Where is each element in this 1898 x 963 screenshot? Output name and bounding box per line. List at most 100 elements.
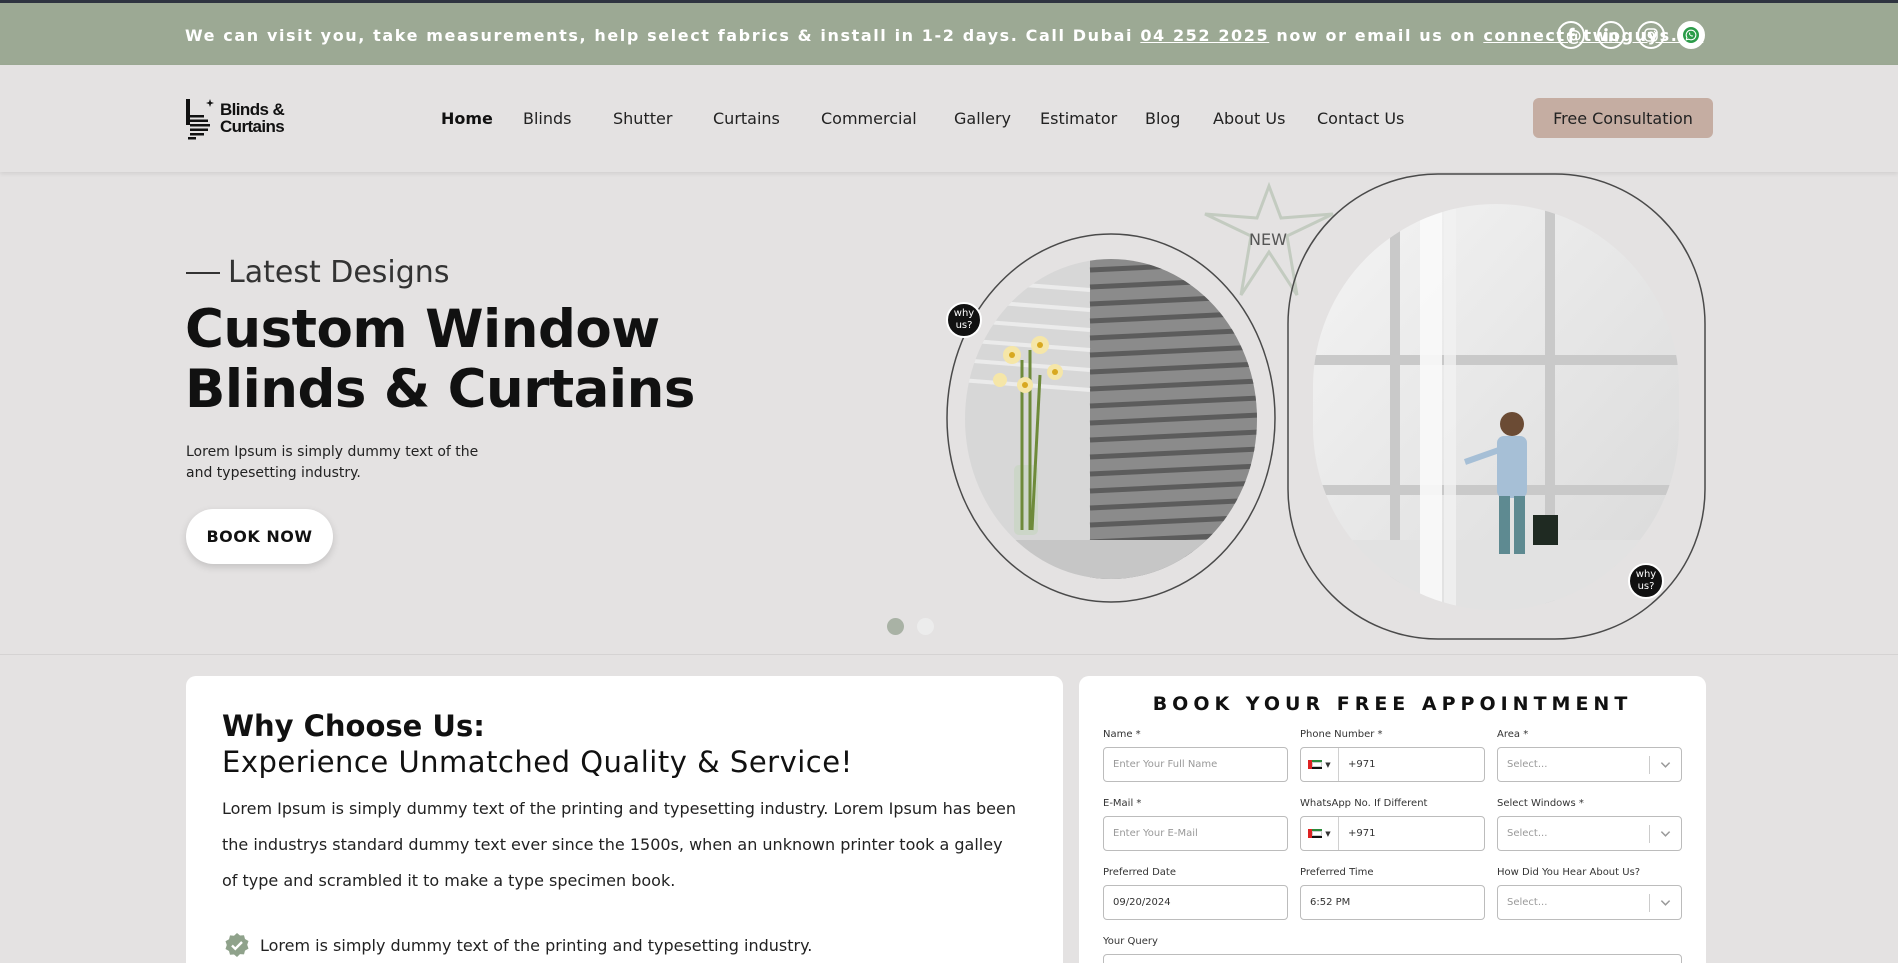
nav-blinds[interactable]: Blinds [523, 109, 613, 128]
why-body: Lorem Ipsum is simply dummy text of the … [222, 799, 1016, 890]
hear-about-select[interactable]: Select... [1497, 885, 1682, 920]
chevron-down-icon [1660, 831, 1671, 837]
logo-mark-icon [186, 99, 214, 140]
form-title: BOOK YOUR FREE APPOINTMENT [1152, 693, 1633, 715]
phone-label: Phone Number * [1300, 729, 1383, 740]
phone-field: Phone Number * ▼ +971 [1300, 729, 1485, 782]
email-label: E-Mail * [1103, 798, 1142, 809]
hear-about-placeholder: Select... [1507, 897, 1548, 908]
why-point: Lorem is simply dummy text of the printi… [224, 932, 812, 958]
time-field: Preferred Time 6:52 PM [1300, 867, 1485, 920]
why-point-text: Lorem is simply dummy text of the printi… [260, 935, 813, 955]
badge-text: why us? [1635, 569, 1657, 592]
time-label: Preferred Time [1300, 867, 1374, 878]
name-input[interactable]: Enter Your Full Name [1103, 747, 1288, 782]
facebook-icon[interactable] [1557, 21, 1585, 49]
name-label: Name * [1103, 729, 1141, 740]
eyebrow-line [186, 271, 220, 274]
area-placeholder: Select... [1507, 759, 1548, 770]
area-select[interactable]: Select... [1497, 747, 1682, 782]
nav-shutter[interactable]: Shutter [613, 109, 713, 128]
free-consultation-button[interactable]: Free Consultation [1533, 98, 1713, 138]
whatsapp-label: WhatsApp No. If Different [1300, 798, 1428, 809]
windows-label: Select Windows * [1497, 798, 1584, 809]
windows-field: Select Windows * Select... [1497, 798, 1682, 851]
why-title: Why Choose Us: [222, 709, 485, 743]
logo[interactable]: Blinds & Curtains [186, 95, 285, 141]
new-label: NEW [1249, 230, 1287, 249]
uae-flag-icon [1308, 829, 1323, 838]
whatsapp-field: WhatsApp No. If Different ▼ +971 [1300, 798, 1485, 851]
caret-down-icon: ▼ [1325, 829, 1331, 838]
email-field: E-Mail * Enter Your E-Mail [1103, 798, 1288, 851]
curtains-photo [1313, 204, 1679, 610]
query-field: Your Query [1103, 936, 1682, 963]
hero-eyebrow: Latest Designs [186, 255, 449, 290]
section-divider [0, 654, 1898, 655]
slider-dots [887, 618, 934, 635]
hear-about-field: How Did You Hear About Us? Select... [1497, 867, 1682, 920]
area-field: Area * Select... [1497, 729, 1682, 782]
site-header: Blinds & Curtains Home Blinds Shutter Cu… [0, 65, 1898, 172]
phone-input[interactable]: ▼ +971 [1300, 747, 1485, 782]
nav-commercial[interactable]: Commercial [821, 109, 954, 128]
chevron-down-icon [1660, 900, 1671, 906]
date-input[interactable]: 09/20/2024 [1103, 885, 1288, 920]
book-now-button[interactable]: BOOK NOW [186, 509, 333, 564]
logo-text: Blinds & Curtains [220, 100, 285, 136]
why-us-badge-left[interactable]: why us? [946, 302, 982, 338]
blinds-photo [965, 259, 1257, 579]
nav-blog[interactable]: Blog [1145, 109, 1213, 128]
top-announcement-bar: We can visit you, take measurements, hel… [0, 0, 1898, 65]
nav-curtains[interactable]: Curtains [713, 109, 821, 128]
hero-title-line-1: Custom Window [185, 299, 660, 360]
blinds-photo-frame [946, 233, 1276, 603]
nav-contact-us[interactable]: Contact Us [1317, 109, 1417, 128]
date-field: Preferred Date 09/20/2024 [1103, 867, 1288, 920]
query-label: Your Query [1103, 936, 1158, 947]
appointment-form-card: BOOK YOUR FREE APPOINTMENT Name * Enter … [1079, 676, 1706, 963]
nav-about-us[interactable]: About Us [1213, 109, 1317, 128]
hero-title: Custom Window Blinds & Curtains [185, 300, 705, 420]
whatsapp-input[interactable]: ▼ +971 [1300, 816, 1485, 851]
phone-link[interactable]: 04 252 2025 [1140, 26, 1269, 45]
country-code-selector[interactable]: ▼ [1301, 748, 1339, 781]
nav-home[interactable]: Home [441, 109, 523, 128]
logo-line-2: Curtains [220, 117, 285, 136]
why-subtitle: Experience Unmatched Quality & Service! [222, 745, 853, 779]
email-input[interactable]: Enter Your E-Mail [1103, 816, 1288, 851]
instagram-icon[interactable] [1637, 21, 1665, 49]
nav-gallery[interactable]: Gallery [954, 109, 1040, 128]
time-input[interactable]: 6:52 PM [1300, 885, 1485, 920]
hear-about-label: How Did You Hear About Us? [1497, 867, 1641, 878]
uae-flag-icon [1308, 760, 1323, 769]
whatsapp-code: +971 [1348, 828, 1376, 839]
social-links [1557, 21, 1705, 49]
badge-check-icon [225, 933, 249, 957]
query-textarea[interactable] [1103, 954, 1682, 963]
slider-dot-1[interactable] [887, 618, 904, 635]
windows-select[interactable]: Select... [1497, 816, 1682, 851]
hero-subtitle: Lorem Ipsum is simply dummy text of the … [186, 444, 479, 481]
announcement-text-part: now or email us on [1269, 26, 1484, 45]
hero-title-line-2: Blinds & Curtains [185, 359, 695, 420]
windows-placeholder: Select... [1507, 828, 1548, 839]
country-code-selector[interactable]: ▼ [1301, 817, 1339, 850]
logo-line-1: Blinds & [220, 100, 285, 119]
announcement-text-part: We can visit you, take measurements, hel… [185, 26, 1141, 45]
linkedin-icon[interactable] [1597, 21, 1625, 49]
slider-dot-2[interactable] [917, 618, 934, 635]
chevron-down-icon [1660, 762, 1671, 768]
nav-estimator[interactable]: Estimator [1040, 109, 1145, 128]
main-nav: Home Blinds Shutter Curtains Commercial … [441, 109, 1417, 128]
area-label: Area * [1497, 729, 1529, 740]
badge-text: why us? [953, 308, 975, 331]
date-label: Preferred Date [1103, 867, 1176, 878]
caret-down-icon: ▼ [1325, 760, 1331, 769]
name-field: Name * Enter Your Full Name [1103, 729, 1288, 782]
whatsapp-icon[interactable] [1677, 21, 1705, 49]
announcement-text: We can visit you, take measurements, hel… [185, 26, 1703, 45]
why-choose-us-card: Why Choose Us: Experience Unmatched Qual… [186, 676, 1063, 963]
why-us-badge-right[interactable]: why us? [1628, 563, 1664, 599]
eyebrow-text: Latest Designs [228, 255, 450, 290]
